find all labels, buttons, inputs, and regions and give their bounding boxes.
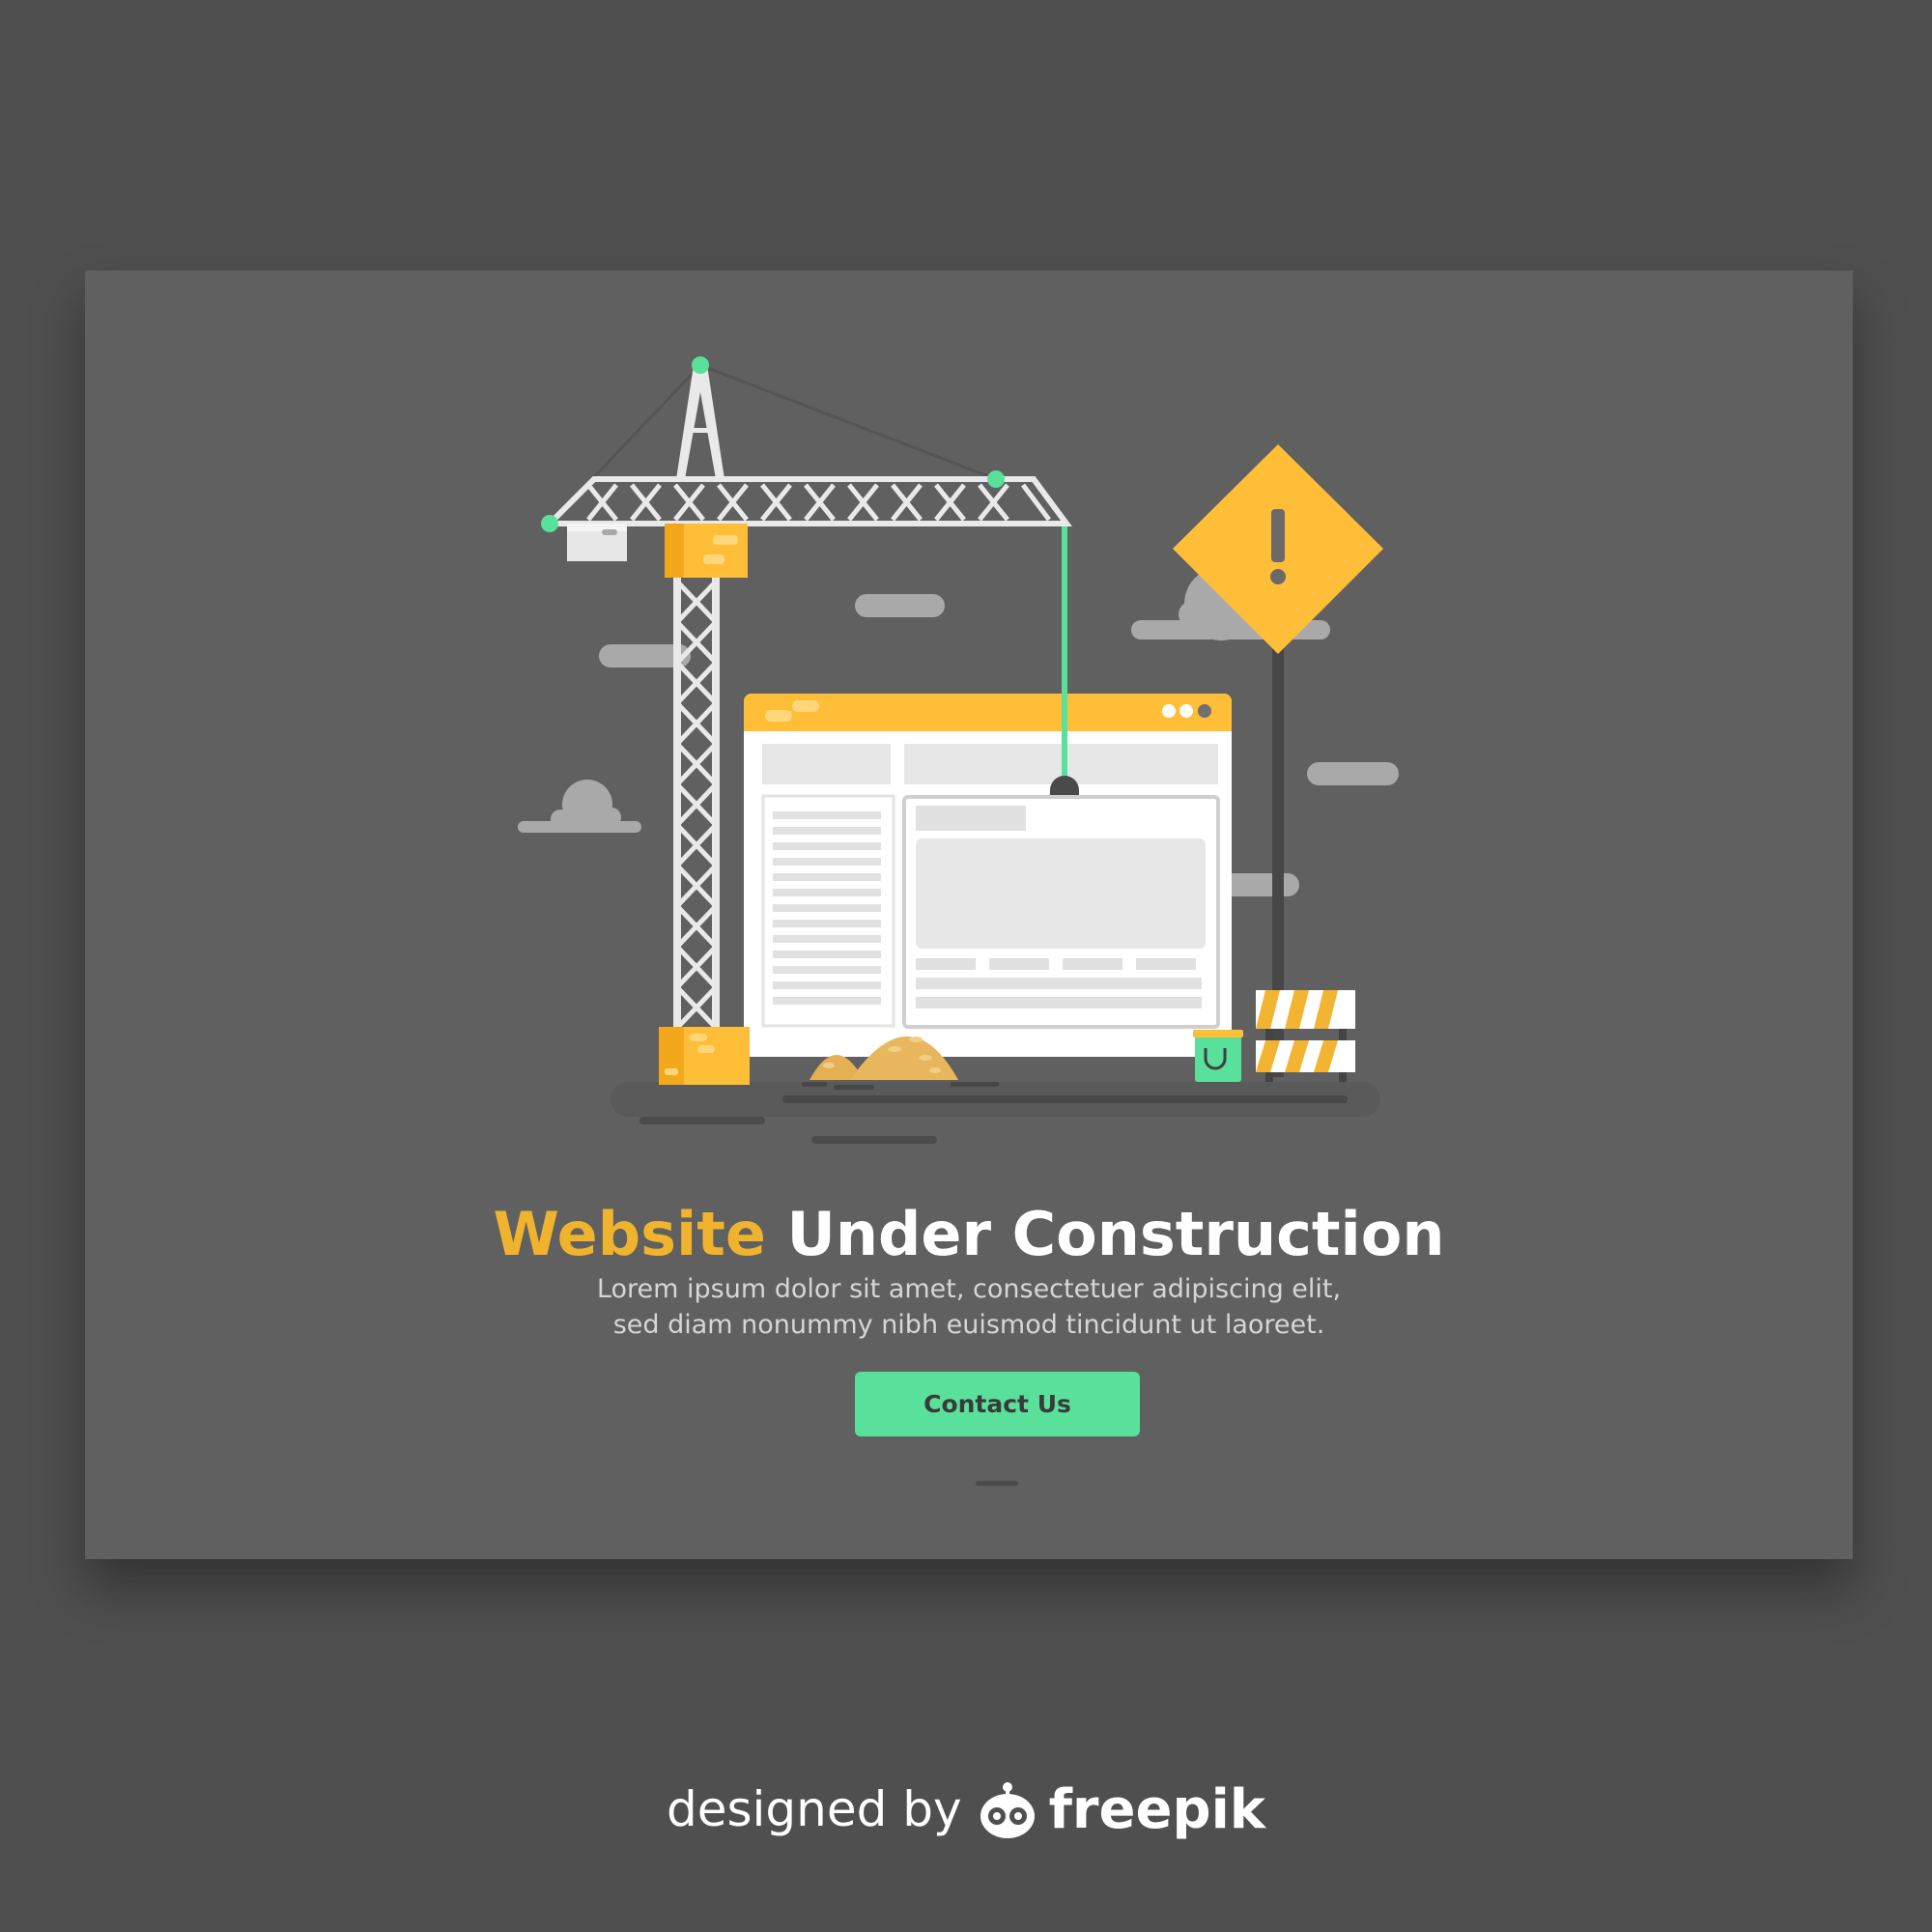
barricade-icon xyxy=(1256,990,1355,1082)
page-title-rest: Under Construction xyxy=(765,1199,1445,1269)
freepik-logo-icon xyxy=(980,1782,1035,1838)
description-line-1: Lorem ipsum dolor sit amet, consectetuer… xyxy=(596,1274,1342,1304)
ground xyxy=(611,1082,1380,1144)
paint-bucket-icon xyxy=(1193,1030,1243,1082)
credit-brand: freepik xyxy=(1048,1777,1266,1841)
description-line-2: sed diam nonummy nibh euismod tincidunt … xyxy=(612,1310,1325,1340)
description: Lorem ipsum dolor sit amet, consectetuer… xyxy=(85,1271,1853,1343)
page-title-accent: Website xyxy=(493,1199,766,1269)
construction-illustration xyxy=(518,356,1399,1144)
credit-prefix: designed by xyxy=(666,1781,962,1837)
scroll-indicator xyxy=(976,1481,1018,1486)
contact-us-button[interactable]: Contact Us xyxy=(855,1372,1140,1436)
page-title: Website Under Construction xyxy=(85,1196,1853,1273)
designer-credit: designed by freepik xyxy=(0,1777,1932,1841)
